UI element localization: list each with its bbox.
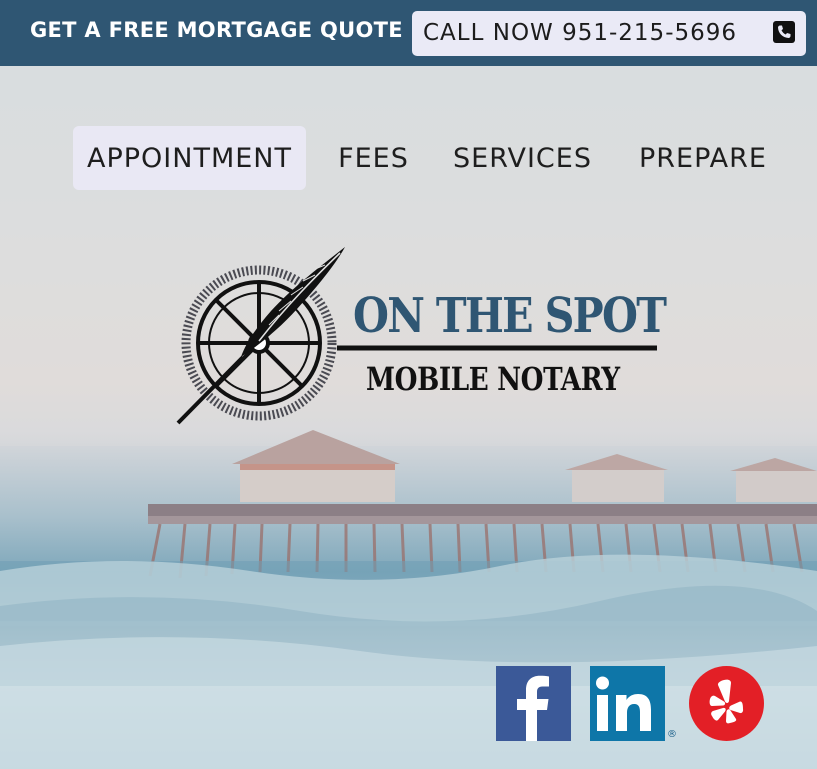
linkedin-registered-mark: ® (667, 729, 677, 740)
yelp-icon[interactable] (689, 666, 764, 741)
call-now-button[interactable]: CALL NOW 951-215-5696 (412, 11, 806, 56)
linkedin-icon[interactable] (590, 666, 665, 741)
logo-title: ON THE SPOT (353, 288, 667, 344)
nav-services[interactable]: SERVICES (444, 126, 601, 190)
top-bar: GET A FREE MORTGAGE QUOTE CALL NOW 951-2… (0, 0, 817, 66)
nav-appointment[interactable]: APPOINTMENT (73, 126, 306, 190)
facebook-icon[interactable] (496, 666, 571, 741)
nav-prepare[interactable]: PREPARE (626, 126, 780, 190)
phone-icon (773, 21, 795, 43)
call-now-label: CALL NOW 951-215-5696 (423, 20, 738, 46)
logo-subtitle: MOBILE NOTARY (366, 360, 620, 398)
nav-fees[interactable]: FEES (327, 126, 420, 190)
free-mortgage-quote-link[interactable]: GET A FREE MORTGAGE QUOTE (30, 18, 403, 42)
